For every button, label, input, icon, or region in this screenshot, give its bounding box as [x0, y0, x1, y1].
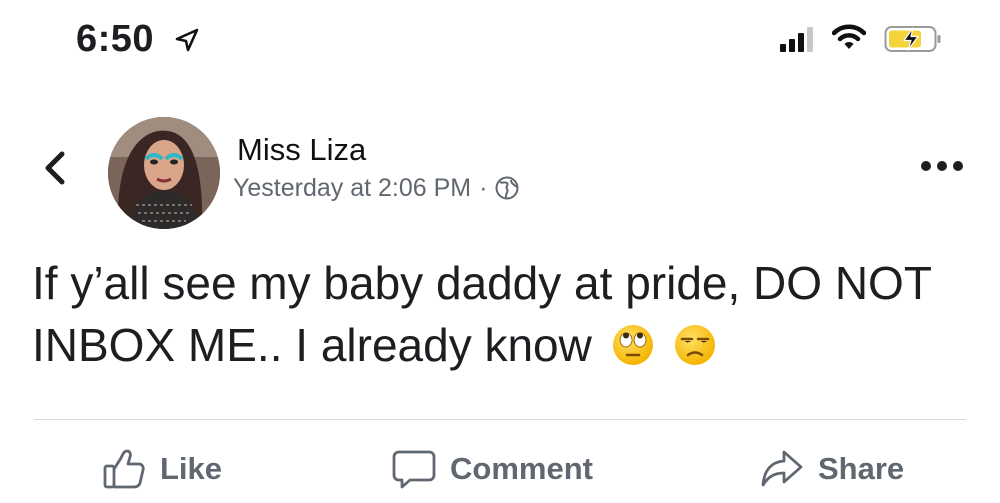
post-author-name[interactable]: Miss Liza [237, 132, 366, 168]
status-bar: 6:50 [0, 0, 1000, 80]
comment-label: Comment [450, 451, 593, 486]
meta-separator: · [479, 173, 488, 202]
face-with-rolling-eyes-emoji [612, 325, 653, 365]
actions-divider [34, 419, 966, 420]
more-options-icon[interactable] [918, 156, 966, 176]
location-arrow-icon [175, 28, 199, 52]
like-label: Like [160, 451, 223, 486]
post-body: If y’all see my baby daddy at pride, DO … [32, 252, 972, 376]
post-timestamp[interactable]: Yesterday at 2:06 PM [233, 174, 471, 203]
battery-charging-icon [884, 26, 941, 52]
unamused-face-emoji [675, 325, 716, 365]
avatar[interactable] [108, 117, 220, 229]
profile-photo [108, 117, 220, 229]
cellular-signal-icon [780, 27, 813, 52]
comment-button[interactable]: Comment [392, 447, 593, 491]
back-chevron-icon[interactable] [40, 150, 72, 186]
wifi-icon [832, 24, 866, 49]
post-meta: Yesterday at 2:06 PM · [233, 172, 519, 204]
share-button[interactable]: Share [760, 447, 904, 491]
share-label: Share [818, 451, 905, 486]
status-time: 6:50 [76, 18, 155, 60]
like-button[interactable]: Like [102, 447, 222, 491]
comment-bubble-icon [392, 450, 436, 489]
post-text: If y’all see my baby daddy at pride, DO … [32, 257, 932, 371]
globe-icon [495, 176, 519, 200]
thumbs-up-icon [103, 449, 145, 489]
share-arrow-icon [761, 450, 803, 487]
